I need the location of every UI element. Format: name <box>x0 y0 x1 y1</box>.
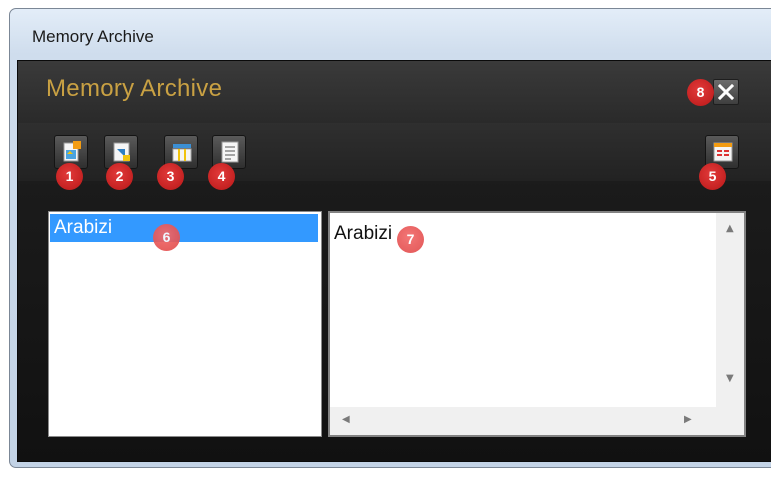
archive-list[interactable]: Arabizi <box>48 211 322 437</box>
list-item[interactable]: Arabizi <box>50 214 318 242</box>
annotation-badge-3: 3 <box>157 163 184 190</box>
window-title: Memory Archive <box>32 27 154 46</box>
annotation-badge-8: 8 <box>687 79 714 106</box>
close-icon <box>718 84 734 100</box>
import-document-icon <box>113 142 130 162</box>
annotation-badge-1: 1 <box>56 163 83 190</box>
scroll-up-icon[interactable]: ▲ <box>726 223 734 234</box>
table-columns-icon <box>172 144 192 162</box>
new-document-icon <box>63 141 81 162</box>
scroll-down-icon[interactable]: ▼ <box>726 373 734 384</box>
annotation-badge-7: 7 <box>397 226 424 253</box>
memory-archive-panel: Memory Archive Arabizi Arabizi ▲ ▼ ◀ ▶ <box>17 60 771 462</box>
annotation-badge-4: 4 <box>208 163 235 190</box>
text-document-icon <box>221 141 239 163</box>
scroll-left-icon[interactable]: ◀ <box>342 414 350 425</box>
app-header: Memory Archive <box>18 61 771 124</box>
content-view[interactable]: Arabizi ▲ ▼ ◀ ▶ <box>328 211 746 437</box>
scrollbar-corner <box>716 407 744 435</box>
vertical-scrollbar[interactable]: ▲ ▼ <box>716 213 744 407</box>
close-button[interactable] <box>713 79 739 105</box>
horizontal-scrollbar[interactable]: ◀ ▶ <box>330 407 718 435</box>
scroll-right-icon[interactable]: ▶ <box>684 414 692 425</box>
content-text: Arabizi <box>334 223 393 244</box>
view-list-icon <box>713 142 733 162</box>
annotation-badge-2: 2 <box>106 163 133 190</box>
app-title: Memory Archive <box>46 75 223 102</box>
annotation-badge-5: 5 <box>699 163 726 190</box>
annotation-badge-6: 6 <box>153 224 180 251</box>
